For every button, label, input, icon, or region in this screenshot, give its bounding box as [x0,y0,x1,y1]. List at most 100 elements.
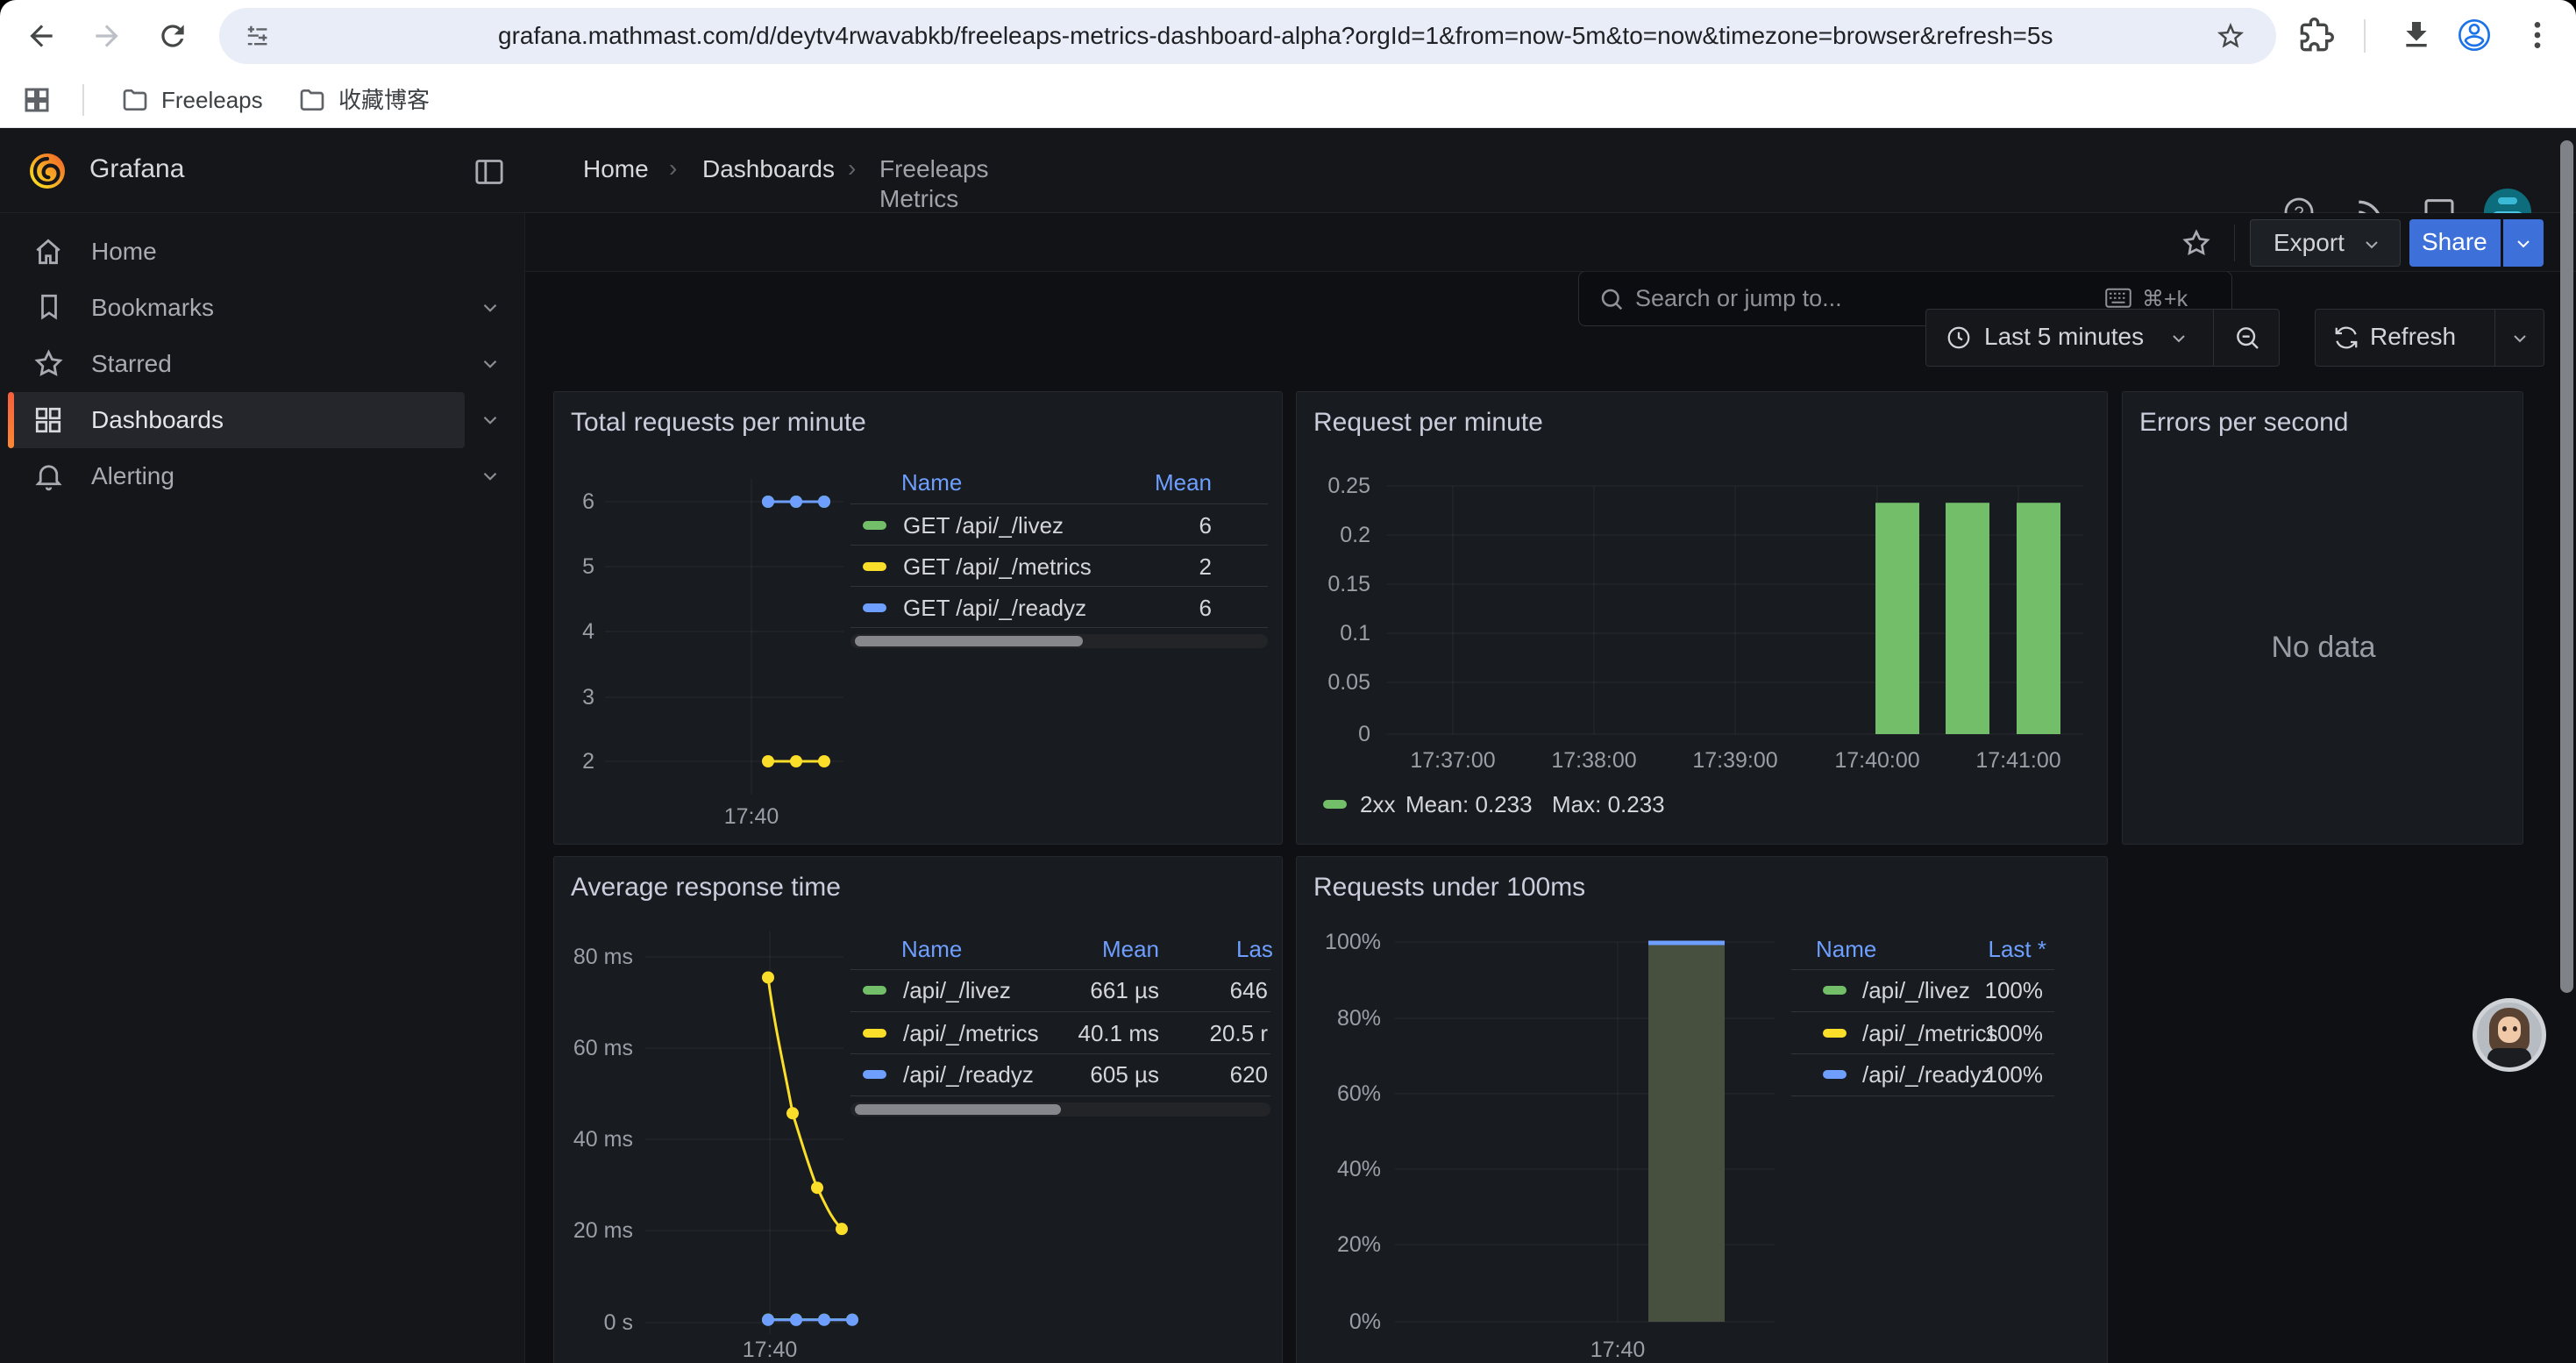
svg-text:17:40: 17:40 [724,804,779,829]
toolbar-divider [2364,19,2366,53]
legend-divider [850,627,1268,628]
series-mean: 40.1 ms [1028,1019,1159,1047]
page-scrollbar-thumb[interactable] [2560,140,2573,993]
series-name[interactable]: /api/_/metrics [903,1019,1039,1047]
time-controls-group: Last 5 minutes [1925,309,2280,367]
url-text[interactable]: grafana.mathmast.com/d/deytv4rwavabkb/fr… [498,22,2053,50]
legend-header-name[interactable]: Name [901,468,962,496]
series-name[interactable]: /api/_/readyz [903,1060,1034,1088]
grafana-brand[interactable]: Grafana [89,154,184,184]
refresh-button[interactable]: Refresh [2316,310,2494,366]
series-name[interactable]: GET /api/_/metrics [903,553,1092,581]
svg-text:20 ms: 20 ms [573,1218,633,1243]
legend-divider [850,545,1268,546]
bookmark-icon [33,291,65,323]
search-icon [1598,286,1625,312]
sidebar-item-home[interactable]: Home [0,224,525,280]
forward-icon[interactable] [90,19,124,53]
svg-text:60%: 60% [1337,1081,1381,1106]
browser-menu-icon[interactable] [2520,18,2555,53]
home-icon [32,235,65,268]
panel-errors-per-second[interactable]: Errors per second No data [2122,391,2523,845]
refresh-interval-button[interactable] [2495,310,2544,366]
grafana-logo[interactable] [26,150,68,192]
series-name[interactable]: /api/_/livez [903,976,1011,1004]
legend-scrollbar[interactable] [850,1103,1270,1117]
breadcrumb-home[interactable]: Home [583,154,649,184]
address-bar[interactable]: grafana.mathmast.com/d/deytv4rwavabkb/fr… [219,8,2276,64]
chevron-down-icon[interactable] [479,465,502,488]
legend-series-name[interactable]: 2xx [1360,790,1395,818]
sidebar-item-starred[interactable]: Starred [0,336,525,392]
legend-header-last[interactable]: Last * [1915,935,2046,963]
svg-text:20%: 20% [1337,1232,1381,1257]
svg-text:40 ms: 40 ms [573,1127,633,1152]
legend-header-name[interactable]: Name [901,935,962,963]
panel-requests-under-100ms[interactable]: Requests under 100ms 100%80%60%40%20%0%1… [1296,856,2108,1363]
legend-scrollbar-thumb[interactable] [855,636,1083,646]
back-icon[interactable] [25,19,58,53]
svg-text:80%: 80% [1337,1006,1381,1031]
panel-total-requests-per-minute[interactable]: Total requests per minute 6543217:40 Nam… [553,391,1283,845]
legend-mean: Mean: 0.233 [1405,790,1533,818]
sidebar-item-alerting[interactable]: Alerting [0,448,525,504]
series-last: 100% [1911,1019,2043,1047]
legend-scrollbar-thumb[interactable] [855,1104,1061,1115]
svg-text:0.05: 0.05 [1327,670,1370,695]
series-name[interactable]: GET /api/_/livez [903,511,1064,539]
svg-text:17:39:00: 17:39:00 [1692,748,1777,773]
search-placeholder: Search or jump to... [1635,285,1842,311]
bookmark-folder-label: 收藏博客 [338,87,430,113]
bookmark-star-icon[interactable] [2215,20,2246,52]
series-last: 100% [1911,1060,2043,1088]
svg-text:17:41:00: 17:41:00 [1975,748,2060,773]
series-swatch [863,562,886,571]
time-range-picker[interactable]: Last 5 minutes [1926,310,2213,366]
breadcrumb-dashboards[interactable]: Dashboards [702,154,835,184]
series-name[interactable]: GET /api/_/readyz [903,594,1086,622]
floating-assistant-avatar[interactable] [2473,998,2546,1072]
series-mean: 6 [1080,511,1212,539]
series-swatch [1323,800,1347,809]
bookmark-folder-blogs[interactable]: 收藏博客 [289,79,491,121]
export-button[interactable]: Export [2250,219,2401,267]
share-label: Share [2422,228,2487,256]
sidebar-item-dashboards[interactable]: Dashboards [0,392,525,448]
extensions-icon[interactable] [2299,18,2334,53]
svg-text:17:40: 17:40 [1590,1338,1646,1362]
favorite-star-icon[interactable] [2181,227,2212,259]
panel-average-response-time[interactable]: Average response time 80 ms60 ms40 ms20 … [553,856,1283,1363]
sidebar-toggle-icon[interactable] [472,154,507,189]
svg-text:0.1: 0.1 [1340,621,1370,646]
profile-icon[interactable] [2457,18,2492,53]
panel-title[interactable]: Errors per second [2139,407,2348,439]
legend-header-name[interactable]: Name [1816,935,1876,963]
legend-header-mean[interactable]: Mean [1080,468,1212,496]
series-mean: 2 [1080,553,1212,581]
legend-scrollbar[interactable] [850,634,1268,648]
legend-header-last[interactable]: Las [1236,935,1273,963]
avatar-eye [2502,1026,2507,1031]
reload-icon[interactable] [156,19,189,53]
svg-text:2: 2 [582,749,594,774]
chevron-down-icon[interactable] [479,353,502,375]
chevron-down-icon [2509,328,2530,349]
chevron-down-icon[interactable] [479,296,502,319]
active-accent-bar [8,392,14,448]
breadcrumb-separator: › [669,154,677,182]
sidebar-item-bookmarks[interactable]: Bookmarks [0,280,525,336]
apps-grid-icon[interactable] [21,84,53,116]
avatar-body [2487,1048,2531,1071]
share-menu-button[interactable] [2503,219,2544,267]
chevron-down-icon[interactable] [479,409,502,432]
bookmark-folder-freeleaps[interactable]: Freeleaps [112,79,314,121]
breadcrumb-separator: › [848,154,856,182]
legend-header-mean[interactable]: Mean [1028,935,1159,963]
panel-request-per-minute[interactable]: Request per minute 0.250.20.150.10.05017… [1296,391,2108,845]
downloads-icon[interactable] [2399,18,2434,53]
site-settings-icon[interactable] [244,22,272,50]
zoom-out-button[interactable] [2214,310,2280,366]
chevron-down-icon [2168,328,2189,349]
share-button[interactable]: Share [2409,219,2501,267]
svg-text:17:40:00: 17:40:00 [1834,748,1919,773]
